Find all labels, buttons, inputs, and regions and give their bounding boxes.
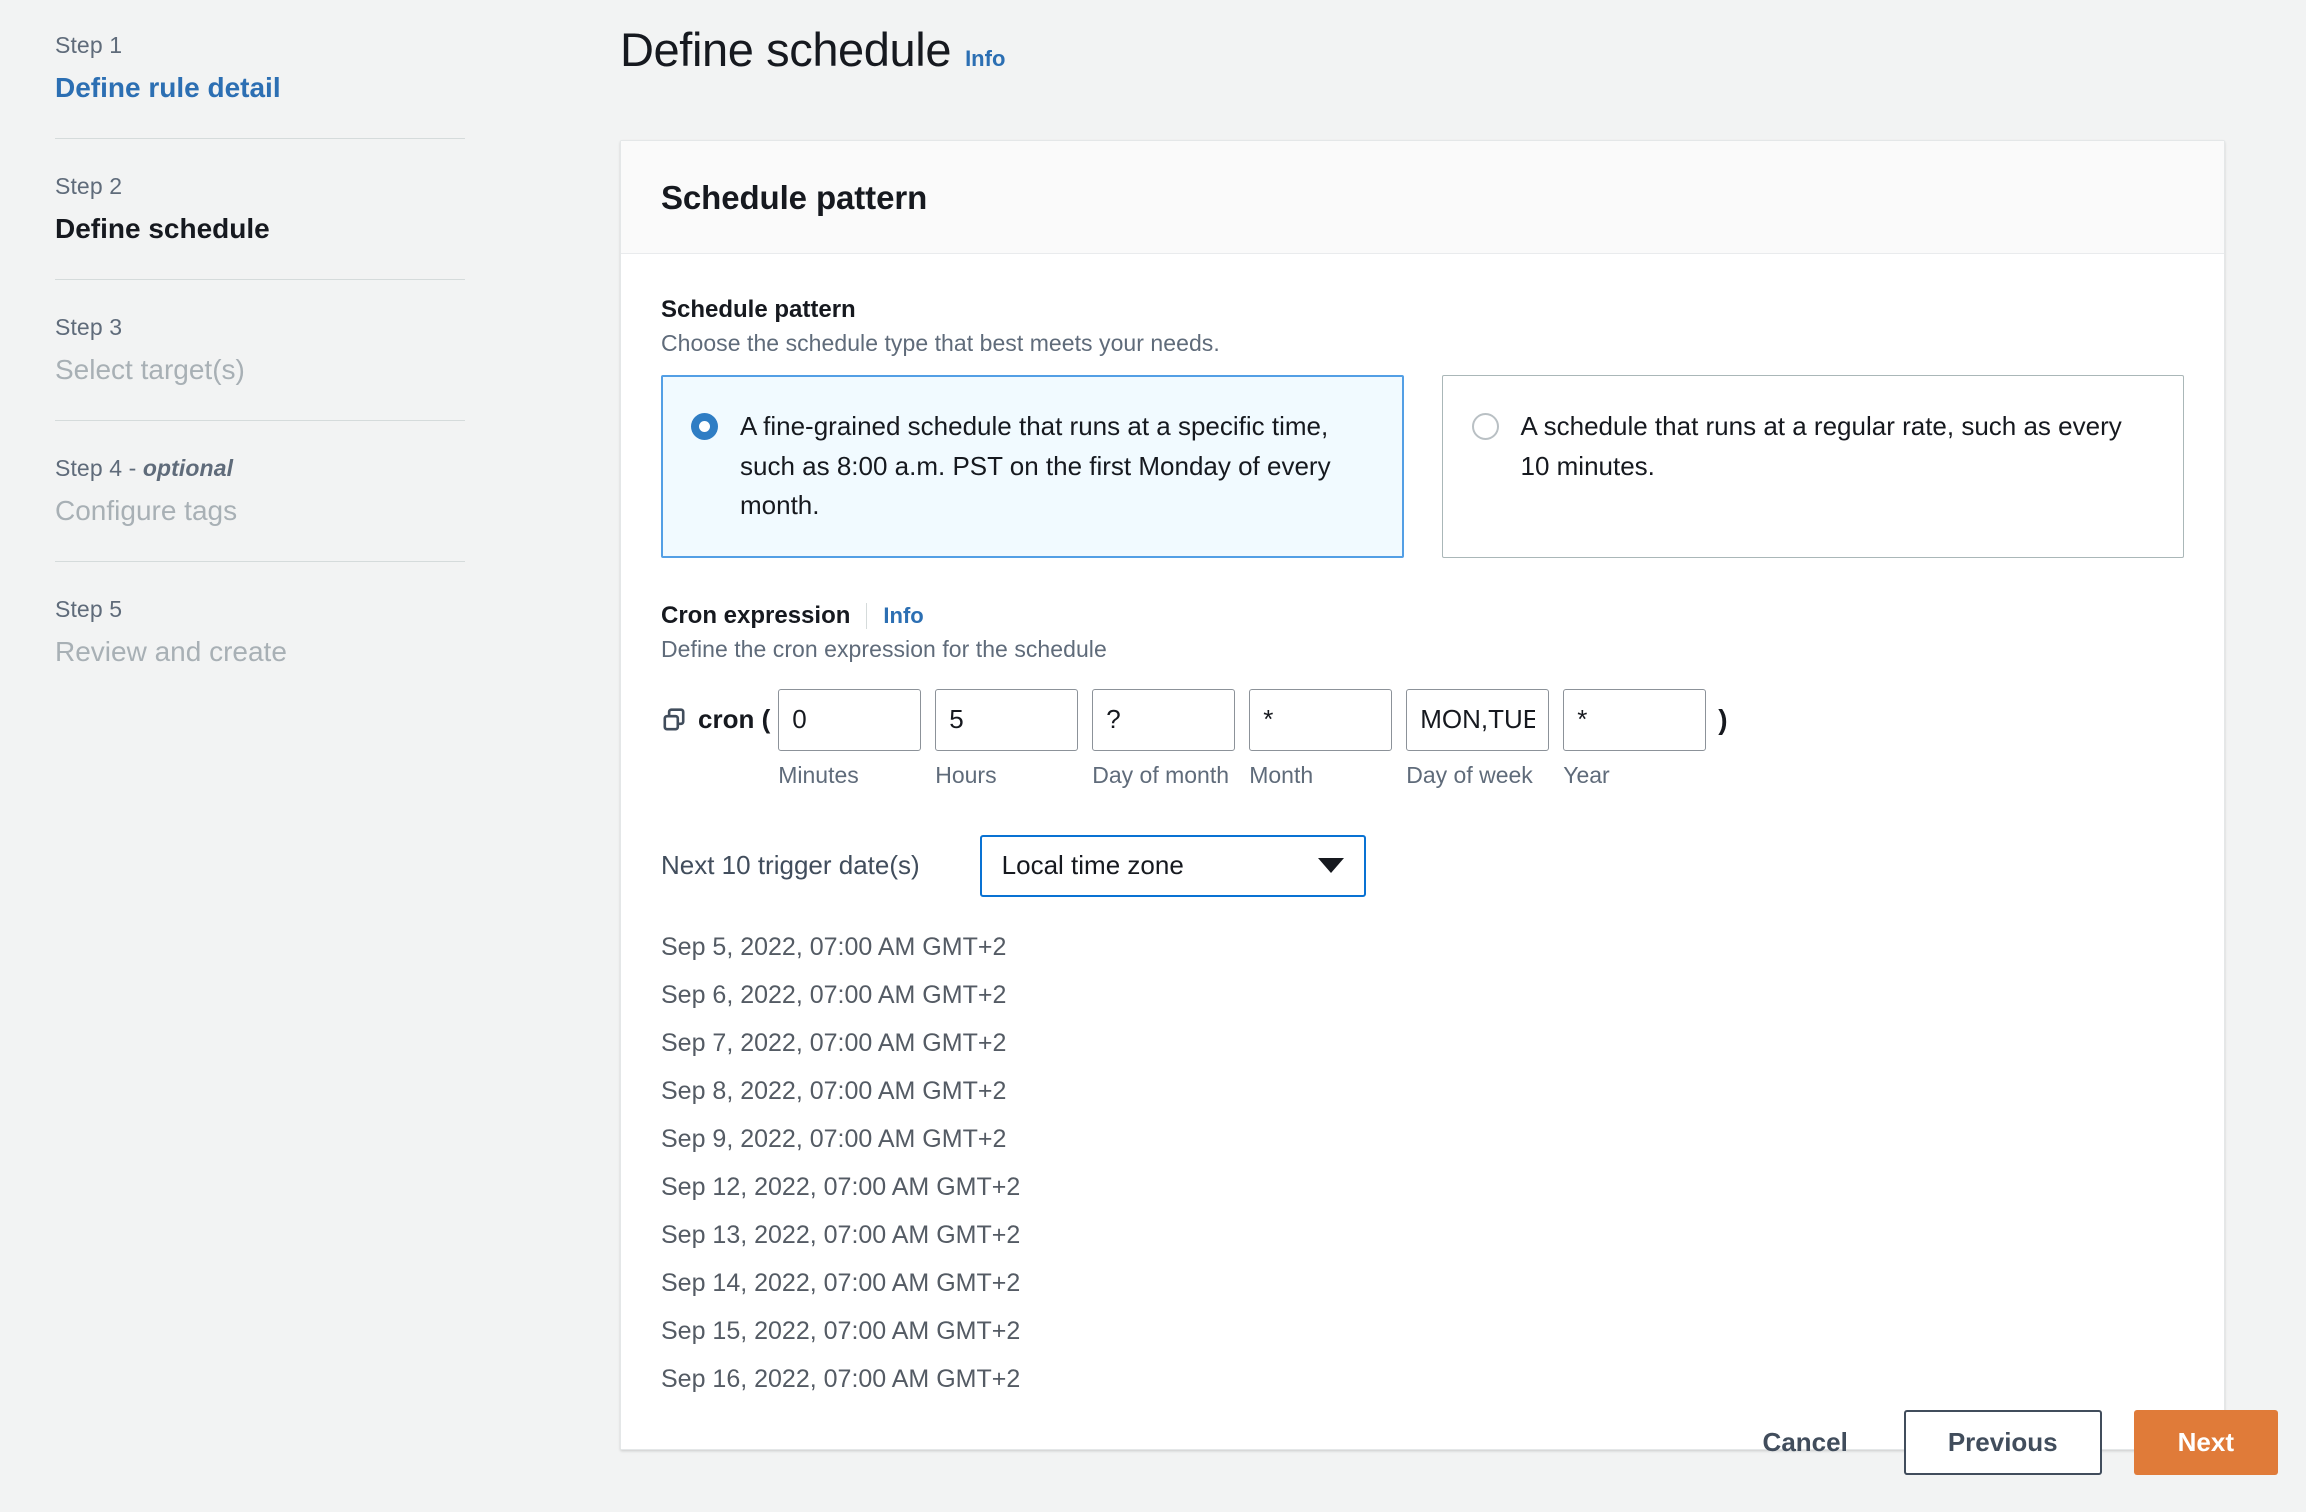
cron-label-row: Cron expression Info — [661, 602, 2184, 630]
step-number: Step 4 - optional — [55, 455, 234, 482]
cron-field-minutes: Minutes — [778, 688, 922, 789]
step-number: Step 1 — [55, 32, 123, 58]
cron-day-of-month-sublabel: Day of month — [1092, 761, 1230, 788]
wizard-step-2[interactable]: Step 2 Define schedule — [55, 169, 600, 249]
step-number: Step 2 — [55, 173, 123, 200]
copy-icon[interactable] — [661, 707, 687, 733]
cron-inputs-row: cron ( Minutes Hours Day of mont — [661, 688, 2184, 789]
step-label: Select target(s) — [55, 353, 245, 385]
list-item: Sep 15, 2022, 07:00 AM GMT+2 — [661, 1316, 1021, 1345]
trigger-dates-list: Sep 5, 2022, 07:00 AM GMT+2 Sep 6, 2022,… — [661, 923, 2184, 1403]
cron-day-of-week-sublabel: Day of week — [1406, 761, 1533, 788]
list-item: Sep 5, 2022, 07:00 AM GMT+2 — [661, 932, 1007, 961]
step-divider — [55, 561, 465, 563]
list-item: Sep 14, 2022, 07:00 AM GMT+2 — [661, 1268, 1021, 1297]
page-title: Define schedule — [620, 23, 952, 76]
schedule-pattern-options: A fine-grained schedule that runs at a s… — [661, 375, 2184, 558]
wizard-step-1[interactable]: Step 1 Define rule detail — [55, 28, 600, 108]
cron-hours-input[interactable] — [935, 688, 1079, 751]
step-label[interactable]: Define rule detail — [55, 68, 600, 109]
option-label: A fine-grained schedule that runs at a s… — [740, 411, 1331, 521]
previous-button[interactable]: Previous — [1903, 1410, 2102, 1475]
cron-hours-sublabel: Hours — [935, 761, 997, 788]
next-button[interactable]: Next — [2133, 1410, 2278, 1475]
cron-field-month: Month — [1249, 688, 1393, 789]
step-label: Define schedule — [55, 212, 270, 244]
list-item: Sep 6, 2022, 07:00 AM GMT+2 — [661, 980, 1007, 1009]
cron-minutes-sublabel: Minutes — [778, 761, 859, 788]
cron-description: Define the cron expression for the sched… — [661, 635, 1107, 662]
radio-selected-icon[interactable] — [691, 413, 718, 440]
trigger-dates-title: Next 10 trigger date(s) — [661, 850, 920, 881]
wizard-step-5[interactable]: Step 5 Review and create — [55, 592, 600, 672]
step-label: Configure tags — [55, 494, 238, 526]
schedule-pattern-field: Schedule pattern Choose the schedule typ… — [661, 296, 2184, 558]
cron-month-input[interactable] — [1249, 688, 1393, 751]
cron-minutes-input[interactable] — [778, 688, 922, 751]
list-item: Sep 16, 2022, 07:00 AM GMT+2 — [661, 1364, 1021, 1393]
list-item: Sep 8, 2022, 07:00 AM GMT+2 — [661, 1076, 1007, 1105]
cron-field-year: Year — [1563, 688, 1707, 789]
main-content: Define schedule Info Schedule pattern Sc… — [620, 0, 2306, 1512]
cron-day-of-month-input[interactable] — [1092, 688, 1236, 751]
cron-prefix: cron ( — [661, 689, 778, 751]
page-info-link[interactable]: Info — [965, 46, 1005, 72]
list-item: Sep 12, 2022, 07:00 AM GMT+2 — [661, 1172, 1021, 1201]
step-divider — [55, 138, 465, 140]
schedule-wizard-page: Step 1 Define rule detail Step 2 Define … — [0, 0, 2306, 1512]
schedule-pattern-label: Schedule pattern — [661, 296, 856, 323]
step-number: Step 3 — [55, 314, 123, 341]
cron-info-link[interactable]: Info — [883, 603, 923, 629]
cron-expression-field: Cron expression Info Define the cron exp… — [661, 602, 2184, 789]
cron-expression-label: Cron expression — [661, 601, 851, 629]
step-divider — [55, 279, 465, 281]
cron-month-sublabel: Month — [1249, 761, 1314, 788]
option-label: A schedule that runs at a regular rate, … — [1520, 411, 2122, 481]
cron-day-of-week-input[interactable] — [1406, 688, 1550, 751]
step-divider — [55, 420, 465, 422]
trigger-dates-section: Next 10 trigger date(s) Local time zone … — [661, 834, 2184, 1403]
timezone-selected-value: Local time zone — [1001, 850, 1184, 881]
step-number: Step 5 — [55, 596, 123, 623]
cron-field-day-of-month: Day of month — [1092, 688, 1236, 789]
wizard-step-navigation: Step 1 Define rule detail Step 2 Define … — [0, 0, 600, 1512]
cancel-button[interactable]: Cancel — [1739, 1411, 1872, 1474]
cron-field-day-of-week: Day of week — [1406, 688, 1550, 789]
wizard-step-3[interactable]: Step 3 Select target(s) — [55, 310, 600, 390]
card-body: Schedule pattern Choose the schedule typ… — [621, 254, 2224, 1449]
schedule-pattern-option-rate[interactable]: A schedule that runs at a regular rate, … — [1441, 375, 2184, 558]
trigger-dates-header: Next 10 trigger date(s) Local time zone — [661, 834, 2184, 897]
card-header: Schedule pattern — [621, 141, 2224, 254]
wizard-footer: Cancel Previous Next — [620, 1410, 2306, 1475]
cron-suffix-text: ) — [1718, 703, 1728, 735]
cron-field-hours: Hours — [935, 688, 1079, 789]
schedule-pattern-option-fine-grained[interactable]: A fine-grained schedule that runs at a s… — [661, 375, 1404, 558]
label-divider — [866, 602, 868, 629]
list-item: Sep 9, 2022, 07:00 AM GMT+2 — [661, 1124, 1007, 1153]
cron-year-input[interactable] — [1563, 688, 1707, 751]
chevron-down-icon — [1317, 858, 1344, 874]
list-item: Sep 13, 2022, 07:00 AM GMT+2 — [661, 1220, 1021, 1249]
page-header: Define schedule Info — [620, 22, 2306, 77]
schedule-pattern-card: Schedule pattern Schedule pattern Choose… — [620, 140, 2225, 1450]
cron-year-sublabel: Year — [1563, 761, 1610, 788]
step-label: Review and create — [55, 635, 287, 667]
radio-unselected-icon[interactable] — [1471, 413, 1499, 440]
timezone-select[interactable]: Local time zone — [979, 834, 1366, 897]
card-title: Schedule pattern — [661, 179, 928, 216]
list-item: Sep 7, 2022, 07:00 AM GMT+2 — [661, 1028, 1007, 1057]
cron-prefix-text: cron ( — [698, 704, 771, 735]
wizard-step-4[interactable]: Step 4 - optional Configure tags — [55, 451, 600, 531]
schedule-pattern-description: Choose the schedule type that best meets… — [661, 330, 1220, 356]
